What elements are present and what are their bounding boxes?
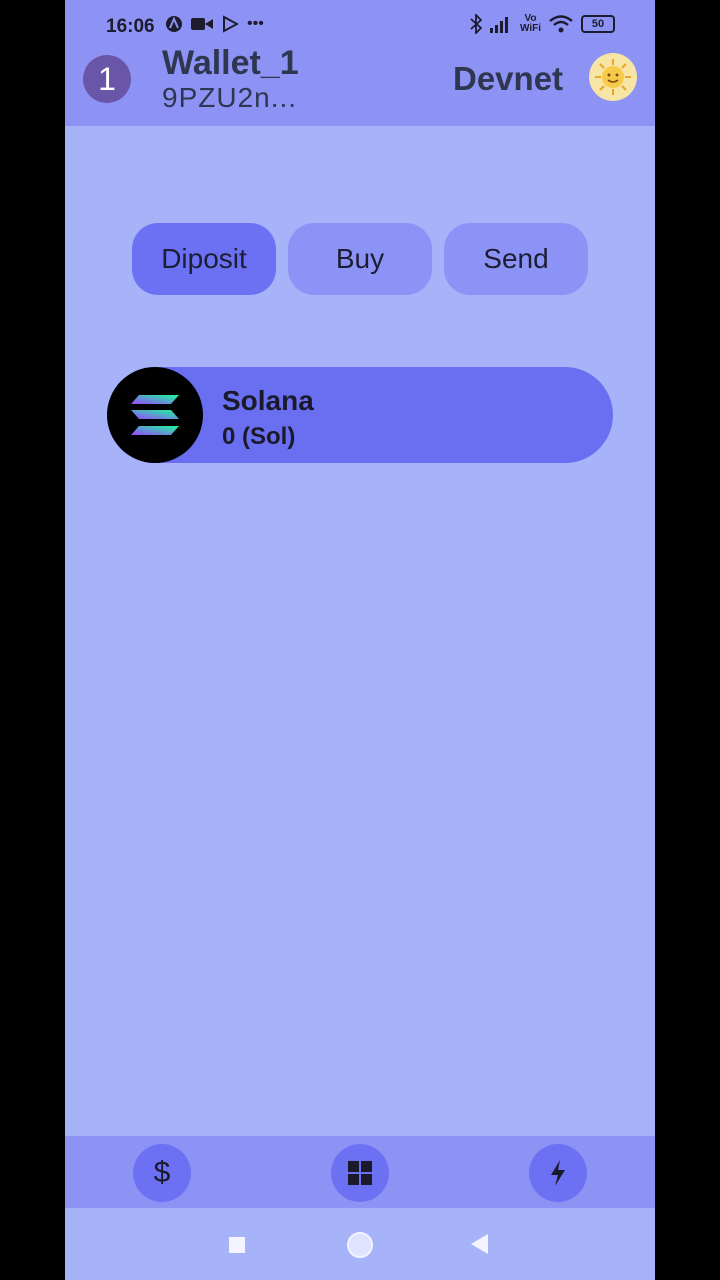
lightning-icon	[551, 1160, 565, 1186]
wallet-name[interactable]: Wallet_1	[162, 44, 299, 83]
play-store-icon	[223, 15, 239, 33]
nav-grid-button[interactable]	[331, 1144, 389, 1202]
recent-apps-button[interactable]	[229, 1237, 245, 1253]
theme-toggle-button[interactable]	[589, 53, 637, 101]
bluetooth-icon	[470, 14, 482, 34]
notification-icons: •••	[165, 15, 264, 33]
video-camera-icon	[191, 18, 213, 30]
system-status-icons: Vo WiFi 50	[470, 14, 615, 34]
solana-logo-icon	[107, 367, 203, 463]
network-selector[interactable]: Devnet	[453, 60, 563, 98]
wifi-icon	[549, 15, 573, 33]
status-time: 16:06	[106, 16, 155, 37]
battery-icon: 50	[581, 15, 615, 33]
buy-button[interactable]: Buy	[288, 223, 432, 295]
status-bar: 16:06 ••• Vo WiFi 50	[65, 0, 655, 52]
home-button[interactable]	[347, 1232, 373, 1258]
grid-icon	[348, 1161, 372, 1185]
signal-icon	[489, 17, 508, 33]
dollar-icon: $	[153, 1156, 171, 1189]
deposit-button[interactable]: Diposit	[132, 223, 276, 295]
token-balance: 0 (Sol)	[222, 423, 296, 450]
app-header: 16:06 ••• Vo WiFi 50 1 Wallet_1 9PZU2n..…	[65, 0, 655, 126]
volte-wifi-indicator: Vo WiFi	[520, 14, 541, 34]
token-name: Solana	[222, 385, 314, 416]
nav-dollar-button[interactable]: $	[133, 1144, 191, 1202]
token-row-solana[interactable]: Solana 0 (Sol)	[107, 367, 613, 463]
back-button[interactable]	[471, 1234, 488, 1254]
bottom-nav: $	[65, 1136, 655, 1208]
account-avatar[interactable]: 1	[83, 55, 131, 103]
app-notification-icon	[166, 16, 182, 32]
sun-face-icon	[595, 59, 631, 95]
system-navigation-bar	[65, 1208, 655, 1280]
nav-lightning-button[interactable]	[529, 1144, 587, 1202]
send-button[interactable]: Send	[444, 223, 588, 295]
phone-screen: 16:06 ••• Vo WiFi 50 1 Wallet_1 9PZU2n..…	[65, 0, 655, 1280]
wallet-address[interactable]: 9PZU2n...	[162, 82, 297, 114]
volte-line2: WiFi	[519, 23, 541, 34]
more-notifications-icon: •••	[247, 15, 264, 32]
